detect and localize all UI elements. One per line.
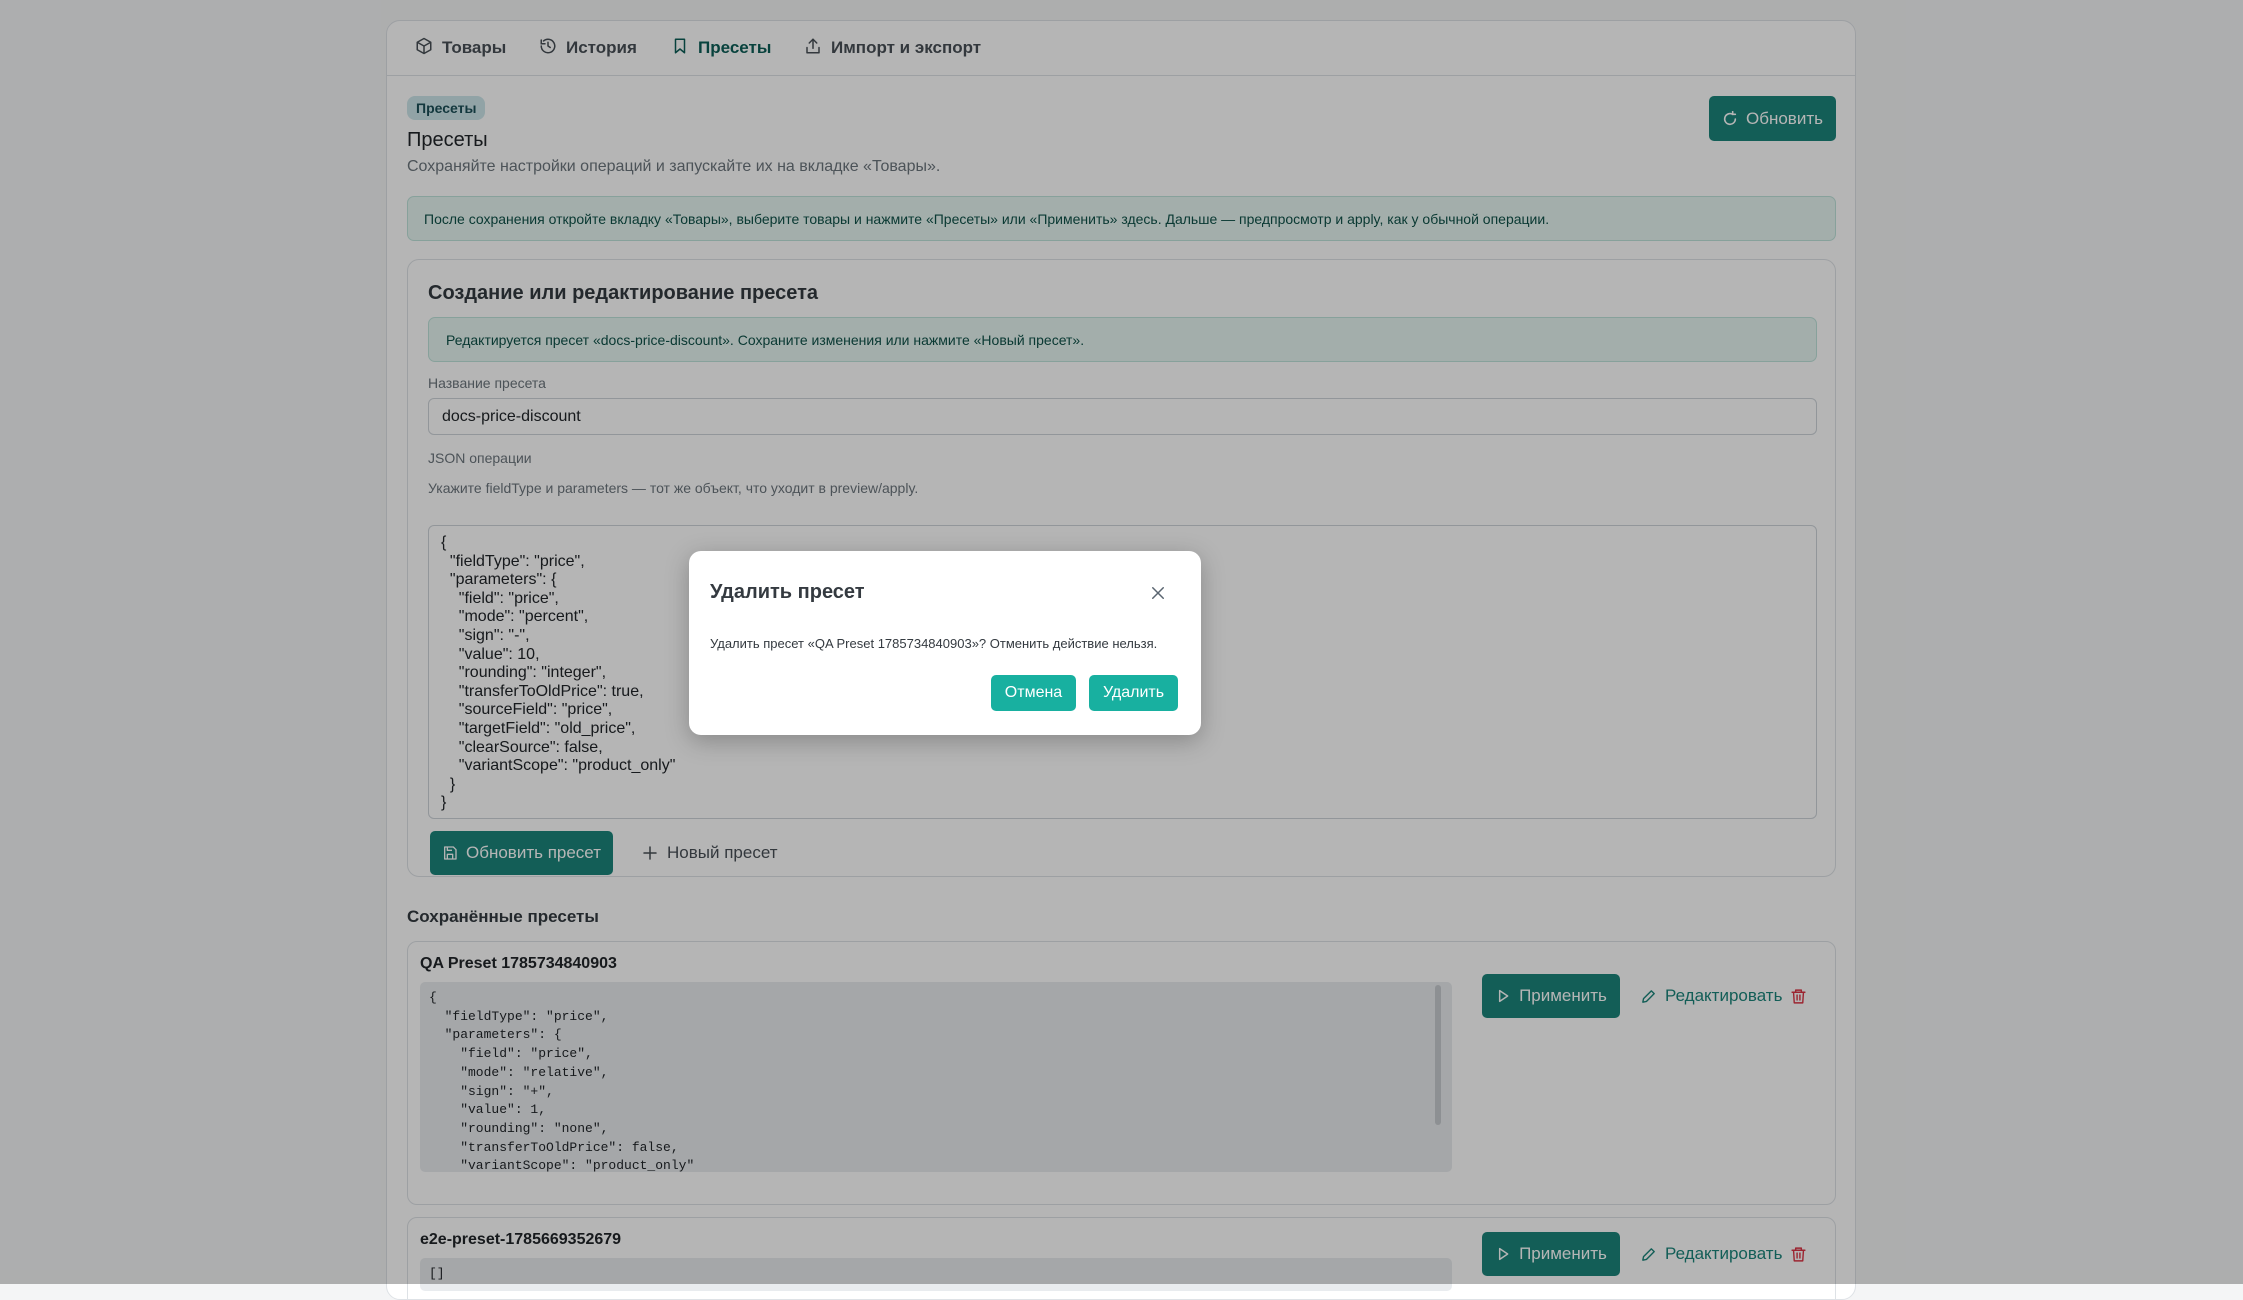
dialog-title: Удалить пресет xyxy=(710,581,865,603)
confirm-delete-button[interactable]: Удалить xyxy=(1089,675,1178,711)
close-icon[interactable] xyxy=(1147,582,1169,604)
dialog-message: Удалить пресет «QA Preset 1785734840903»… xyxy=(710,636,1158,651)
delete-preset-dialog: Удалить пресет Удалить пресет «QA Preset… xyxy=(689,551,1201,735)
cancel-button[interactable]: Отмена xyxy=(991,675,1076,711)
